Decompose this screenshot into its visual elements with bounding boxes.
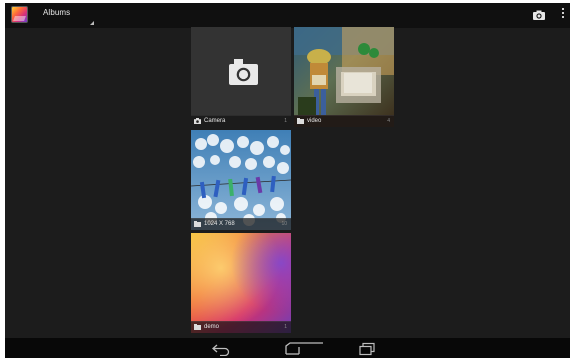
spinner-label: Albums [43, 8, 71, 17]
album-count: 1 [284, 118, 287, 124]
folder-icon [297, 118, 304, 124]
album-tile-1024x768[interactable]: 1024 X 768 10 [191, 130, 291, 230]
album-tile-camera[interactable]: Camera 1 [191, 27, 291, 127]
albums-spinner[interactable]: Albums [40, 3, 96, 28]
album-tile-video[interactable]: video 4 [294, 27, 394, 127]
camera-placeholder-icon [229, 59, 258, 85]
album-thumbnail-image [294, 27, 394, 127]
album-tile-demo[interactable]: demo 1 [191, 233, 291, 333]
action-bar: Albums [5, 3, 570, 28]
album-label: video [307, 118, 322, 124]
folder-icon [194, 221, 201, 227]
back-icon[interactable] [211, 342, 231, 356]
album-caption: 1024 X 768 10 [191, 218, 291, 230]
camera-icon[interactable] [532, 8, 546, 22]
spinner-arrow-icon [90, 21, 94, 25]
album-thumbnail-image [191, 130, 291, 230]
album-thumbnail-image [191, 233, 291, 333]
camera-icon [194, 118, 201, 124]
album-label: 1024 X 768 [204, 221, 235, 227]
overflow-menu-icon[interactable] [559, 8, 567, 22]
album-caption: Camera 1 [191, 115, 291, 127]
folder-icon [194, 324, 201, 330]
album-caption: demo 1 [191, 321, 291, 333]
gallery-screen: Albums Camera 1 video 4 1024 X 768 10 de… [5, 3, 570, 358]
album-label: demo [204, 324, 220, 330]
album-caption: video 4 [294, 115, 394, 127]
album-count: 4 [387, 118, 390, 124]
navigation-bar [5, 338, 570, 358]
gallery-app-icon[interactable] [11, 6, 28, 23]
home-icon[interactable] [283, 342, 327, 356]
album-label: Camera [204, 118, 226, 124]
recent-apps-icon[interactable] [358, 342, 376, 356]
album-count: 1 [284, 324, 287, 330]
album-count: 10 [281, 221, 287, 227]
